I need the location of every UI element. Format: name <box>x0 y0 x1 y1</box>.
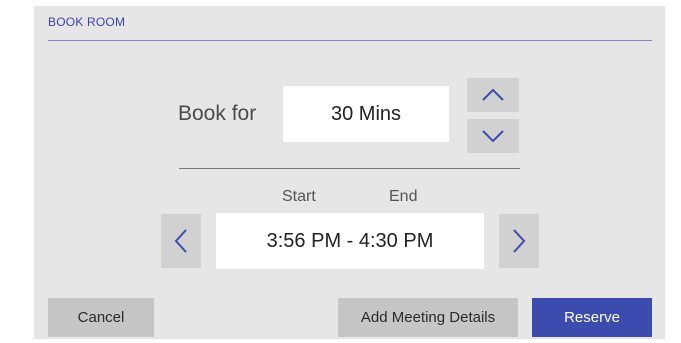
start-label: Start <box>282 188 316 205</box>
section-title: BOOK ROOM <box>48 15 126 29</box>
cancel-button[interactable]: Cancel <box>48 298 154 337</box>
title-divider <box>48 40 652 41</box>
decrease-duration-button[interactable] <box>467 119 519 153</box>
section-divider <box>179 168 520 169</box>
chevron-up-icon <box>481 88 505 102</box>
increase-duration-button[interactable] <box>467 78 519 112</box>
chevron-down-icon <box>481 129 505 143</box>
duration-value: 30 Mins <box>283 86 449 142</box>
reserve-button[interactable]: Reserve <box>532 298 652 337</box>
book-for-label: Book for <box>178 102 257 125</box>
previous-time-button[interactable] <box>161 214 201 268</box>
end-label: End <box>389 188 418 205</box>
book-room-panel: BOOK ROOM Book for 30 Mins Start End 3:5… <box>34 6 665 339</box>
next-time-button[interactable] <box>499 214 539 268</box>
time-range-value: 3:56 PM - 4:30 PM <box>216 213 484 269</box>
add-meeting-details-button[interactable]: Add Meeting Details <box>338 298 518 337</box>
chevron-left-icon <box>174 228 188 254</box>
chevron-right-icon <box>512 228 526 254</box>
